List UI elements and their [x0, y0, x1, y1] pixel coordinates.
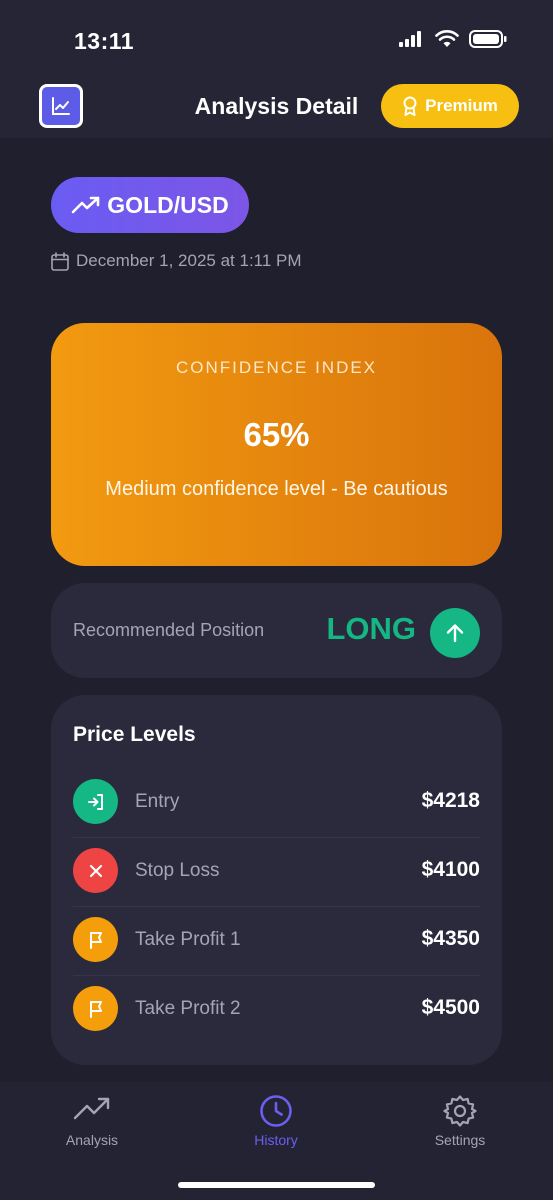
price-level-value: $4218	[421, 789, 480, 812]
price-levels-title: Price Levels	[73, 723, 196, 746]
price-level-row: Stop Loss $4100	[73, 837, 480, 907]
price-level-row: Entry $4218	[73, 768, 480, 838]
position-card: Recommended Position LONG	[51, 583, 502, 678]
price-levels-card: Price Levels Entry $4218 Stop Loss $4100…	[51, 695, 502, 1065]
date-text: December 1, 2025 at 1:11 PM	[76, 251, 302, 270]
tab-history-label: History	[254, 1132, 298, 1148]
confidence-label: CONFIDENCE INDEX	[175, 358, 378, 377]
flag-icon	[73, 986, 118, 1031]
calendar-icon	[51, 251, 69, 271]
home-indicator	[178, 1182, 375, 1188]
price-level-value: $4350	[421, 927, 480, 950]
tab-settings[interactable]: Settings	[400, 1094, 520, 1148]
price-level-label: Entry	[135, 791, 180, 812]
confidence-description: Medium confidence level - Be cautious	[105, 478, 448, 500]
price-level-label: Take Profit 2	[135, 998, 241, 1019]
gear-icon	[443, 1095, 477, 1127]
signal-icon	[399, 31, 421, 47]
premium-button[interactable]: Premium	[381, 84, 519, 128]
status-icons	[399, 30, 507, 48]
confidence-card: CONFIDENCE INDEX 65% Medium confidence l…	[51, 323, 502, 566]
close-icon	[73, 848, 118, 893]
battery-icon	[469, 30, 507, 48]
price-level-label: Take Profit 1	[135, 929, 241, 950]
position-label: Recommended Position	[73, 620, 265, 640]
flag-icon	[73, 917, 118, 962]
status-time: 13:11	[74, 28, 135, 54]
trending-up-icon	[71, 196, 100, 214]
wifi-icon	[435, 30, 459, 47]
price-level-value: $4100	[421, 858, 480, 881]
pair-label: GOLD/USD	[107, 191, 229, 218]
trending-up-icon	[73, 1097, 110, 1120]
price-level-row: Take Profit 1 $4350	[73, 906, 480, 976]
price-level-row: Take Profit 2 $4500	[73, 975, 480, 1044]
pair-badge: GOLD/USD	[51, 177, 249, 233]
tab-settings-label: Settings	[434, 1132, 486, 1148]
status-bar: 13:11	[0, 0, 553, 80]
confidence-value: 65%	[243, 416, 310, 453]
analysis-date: December 1, 2025 at 1:11 PM	[51, 251, 302, 271]
tab-analysis-label: Analysis	[65, 1132, 119, 1148]
premium-label: Premium	[425, 96, 498, 115]
tab-history[interactable]: History	[216, 1094, 336, 1148]
position-value: LONG	[326, 611, 416, 646]
arrow-up-icon	[430, 608, 480, 658]
price-level-value: $4500	[421, 996, 480, 1019]
clock-icon	[260, 1095, 292, 1127]
header: Analysis Detail Premium	[0, 80, 553, 138]
price-level-label: Stop Loss	[135, 860, 220, 881]
tab-analysis[interactable]: Analysis	[32, 1094, 152, 1148]
award-icon	[403, 96, 417, 116]
entry-icon	[73, 779, 118, 824]
